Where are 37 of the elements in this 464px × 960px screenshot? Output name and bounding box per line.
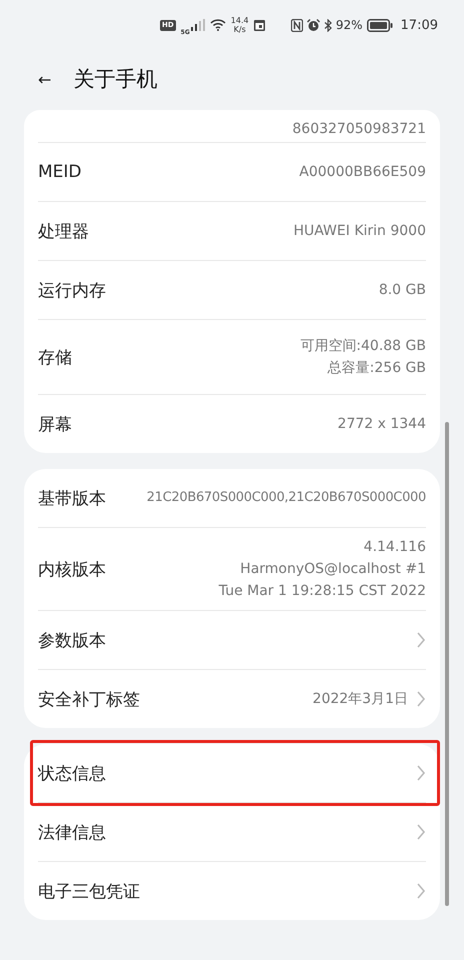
clock-time: 17:09: [400, 18, 438, 32]
row-value: 2022年3月1日: [312, 690, 408, 709]
row-label: 运行内存: [38, 280, 106, 302]
page-title: 关于手机: [73, 66, 158, 93]
wifi-icon: [210, 19, 226, 31]
row-value: A00000BB66E509: [299, 163, 426, 182]
row-value: 可用空间:40.88 GB: [300, 337, 426, 356]
battery-percent: 92%: [336, 18, 363, 32]
row-label: 屏幕: [38, 414, 72, 436]
row-value: 21C20B670S000C000,21C20B670S000C000: [146, 489, 426, 507]
row-value: 4.14.116: [364, 538, 426, 557]
row-label: 安全补丁标签: [38, 688, 140, 710]
row-label: 法律信息: [38, 822, 106, 844]
row-value: Tue Mar 1 19:28:15 CST 2022: [218, 582, 426, 601]
row-value: HarmonyOS@localhost #1: [240, 560, 426, 579]
row-label: 状态信息: [38, 762, 106, 784]
nfc-icon: [290, 18, 303, 32]
row-label: 处理器: [38, 220, 89, 242]
row-label: 内核版本: [38, 558, 106, 580]
battery-icon: [366, 18, 393, 32]
alarm-clock-icon: [306, 18, 320, 32]
back-button[interactable]: ←: [38, 70, 52, 88]
row-value: HUAWEI Kirin 9000: [293, 222, 426, 241]
row-value: 2772 x 1344: [338, 415, 426, 434]
row-value: 总容量:256 GB: [328, 359, 426, 378]
row-label: 存储: [38, 346, 72, 368]
row-label: 基带版本: [38, 488, 106, 510]
row-value: 860327050983721: [292, 120, 426, 139]
speed-value: 14.4: [230, 16, 249, 25]
signal-icon: [190, 19, 205, 31]
row-label: MEID: [38, 162, 82, 182]
calendar-icon: [254, 19, 265, 31]
row-label: 参数版本: [38, 630, 106, 652]
speed-unit: K/s: [234, 25, 246, 34]
bluetooth-icon: [324, 18, 332, 32]
row-label: 电子三包凭证: [38, 880, 140, 902]
row-value: 8.0 GB: [378, 281, 426, 300]
